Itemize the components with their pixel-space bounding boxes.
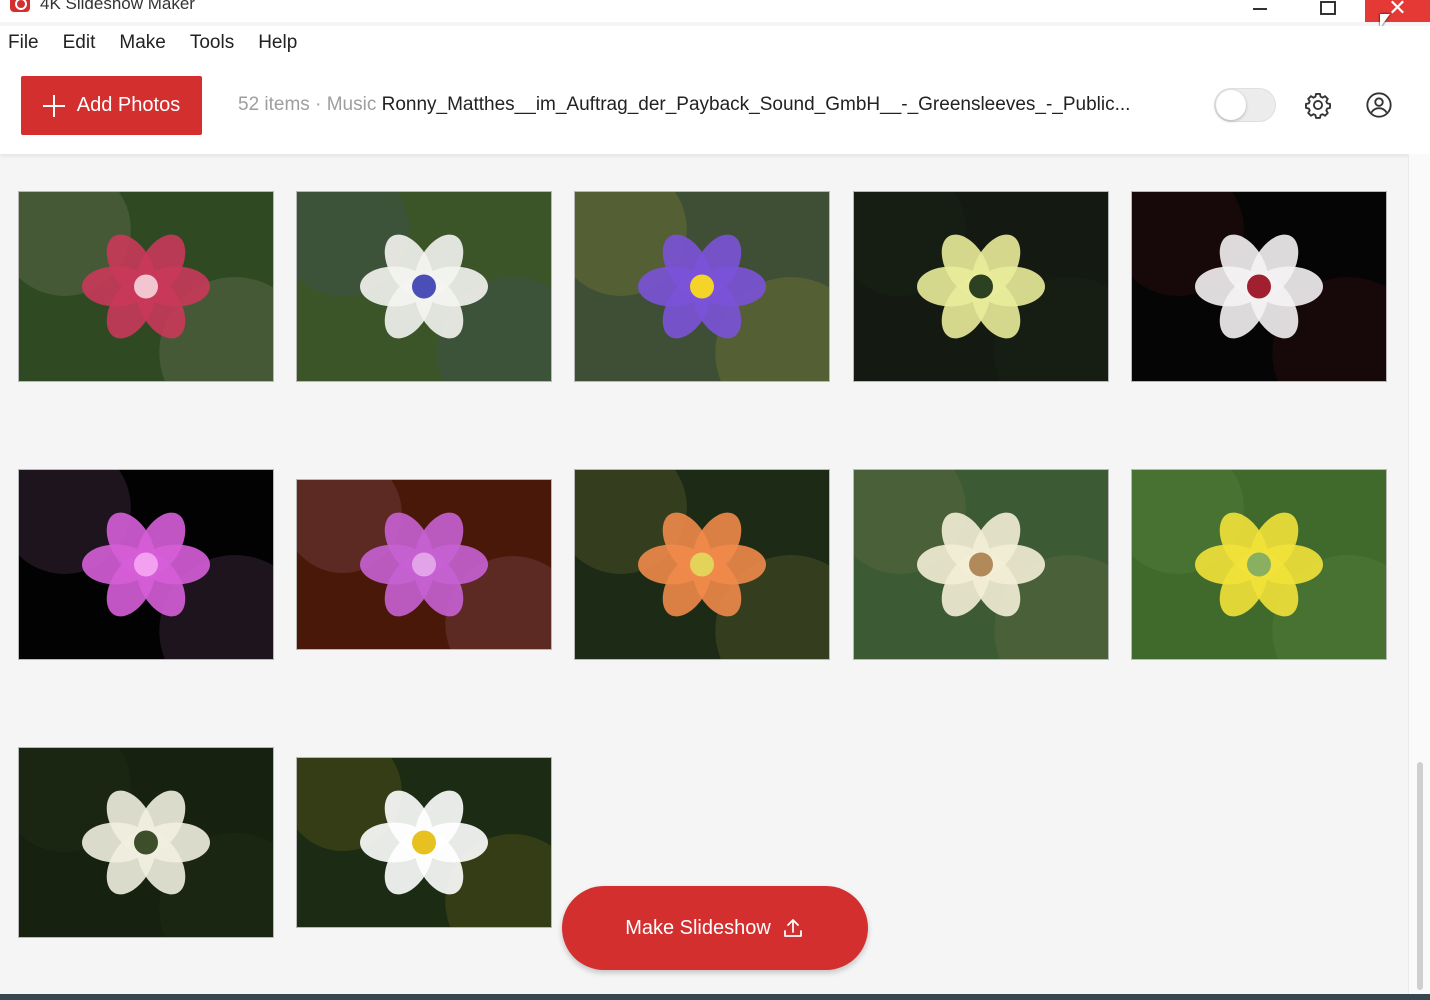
gear-icon xyxy=(1305,92,1331,119)
window-bottom-border xyxy=(0,994,1430,1000)
photo-thumbnail[interactable] xyxy=(575,470,829,659)
menu-make[interactable]: Make xyxy=(111,32,177,54)
photo-thumbnail[interactable] xyxy=(297,480,551,649)
photo-thumbnail[interactable] xyxy=(854,470,1108,659)
window-title: 4K Slideshow Maker xyxy=(40,0,195,13)
photo-thumbnail[interactable] xyxy=(1132,470,1386,659)
toolbar: Add Photos 52 items · Music Ronny_Matthe… xyxy=(0,60,1430,154)
make-slideshow-button[interactable]: Make Slideshow xyxy=(562,886,868,970)
music-label: Music xyxy=(326,94,377,115)
photo-thumbnail[interactable] xyxy=(1132,192,1386,381)
menu-tools[interactable]: Tools xyxy=(182,32,246,54)
add-photos-button[interactable]: Add Photos xyxy=(21,76,202,135)
minimize-button[interactable] xyxy=(1228,0,1292,22)
add-photos-label: Add Photos xyxy=(76,94,181,116)
photo-thumbnail[interactable] xyxy=(297,192,551,381)
toggle-switch[interactable] xyxy=(1214,88,1276,122)
app-logo-icon xyxy=(10,0,30,12)
close-button[interactable]: ✕ xyxy=(1365,0,1430,22)
photo-thumbnail[interactable] xyxy=(19,748,273,937)
menu-file[interactable]: File xyxy=(0,32,51,54)
account-button[interactable] xyxy=(1364,90,1394,120)
info-separator: · xyxy=(315,94,322,115)
music-track-name[interactable]: Ronny_Matthes__im_Auftrag_der_Payback_So… xyxy=(382,94,1131,115)
photo-thumbnail[interactable] xyxy=(575,192,829,381)
title-bar: 4K Slideshow Maker ✕ xyxy=(0,0,1430,22)
scrollbar[interactable] xyxy=(1408,154,1430,994)
settings-button[interactable] xyxy=(1303,90,1333,120)
photo-thumbnail[interactable] xyxy=(854,192,1108,381)
photo-thumbnail[interactable] xyxy=(19,470,273,659)
plus-icon xyxy=(42,94,65,117)
user-circle-icon xyxy=(1366,92,1392,118)
maximize-button[interactable] xyxy=(1296,0,1360,22)
menu-bar: File Edit Make Tools Help xyxy=(0,26,1430,60)
upload-icon xyxy=(781,916,805,940)
close-icon: ✕ xyxy=(1388,0,1407,21)
menu-edit[interactable]: Edit xyxy=(55,32,108,54)
menu-help[interactable]: Help xyxy=(250,32,309,54)
photo-thumbnail[interactable] xyxy=(19,192,273,381)
toggle-knob xyxy=(1216,90,1246,120)
item-count: 52 items xyxy=(238,94,310,115)
photo-thumbnail[interactable] xyxy=(297,758,551,927)
app-window: 4K Slideshow Maker ✕ 關閉 File Edit Make T… xyxy=(0,0,1430,1000)
slideshow-info: 52 items · Music Ronny_Matthes__im_Auftr… xyxy=(238,94,1130,116)
scrollbar-thumb[interactable] xyxy=(1417,762,1423,990)
make-slideshow-label: Make Slideshow xyxy=(625,916,771,939)
